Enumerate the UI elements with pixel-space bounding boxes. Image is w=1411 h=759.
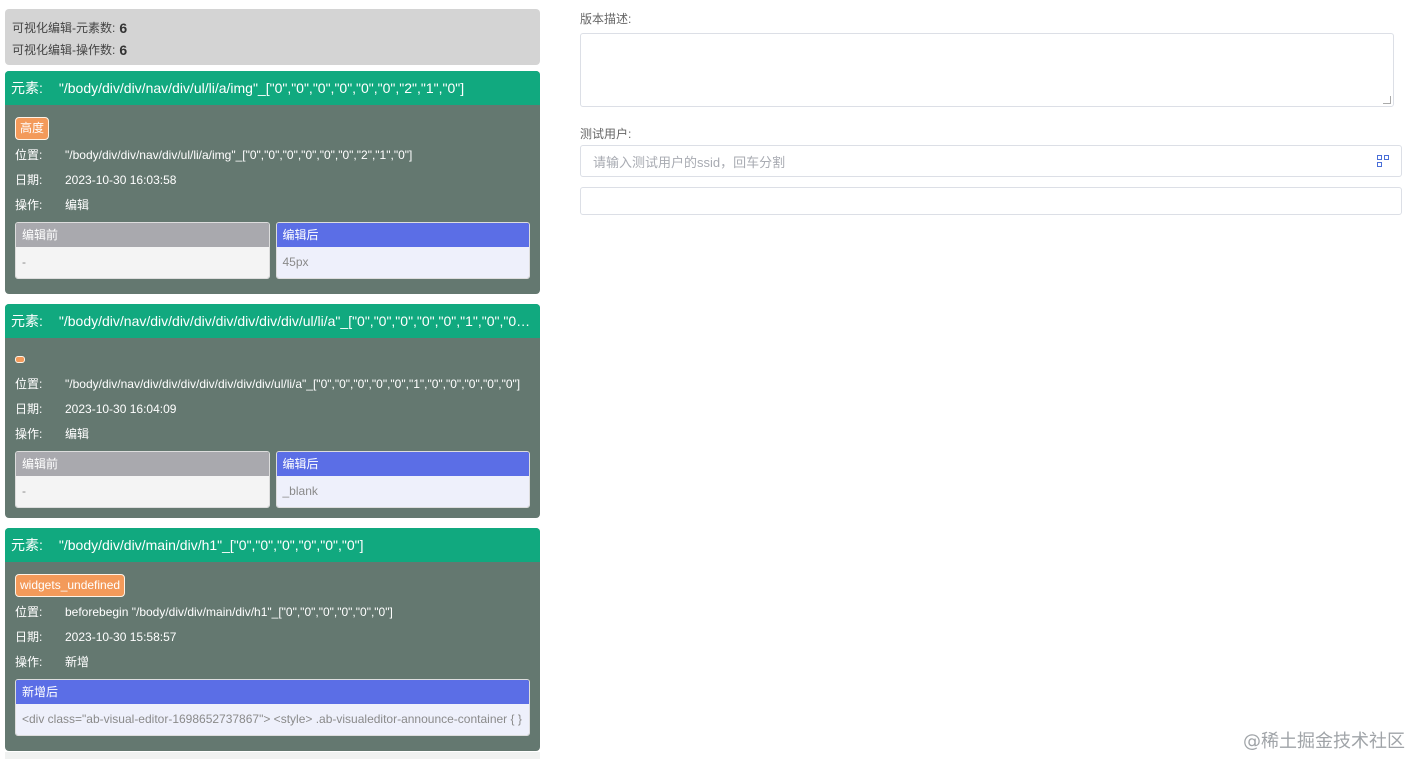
before-box: 编辑前 - [15, 222, 270, 279]
date-label: 日期: [15, 402, 43, 416]
diff-row: 编辑前 - 编辑后 _blank [15, 451, 530, 508]
before-header: 编辑前 [16, 452, 269, 476]
test-user-placeholder: 请输入测试用户的ssid，回车分割 [593, 154, 786, 170]
date-value: 2023-10-30 16:04:09 [65, 402, 177, 416]
position-value: beforebegin "/body/div/div/main/div/h1"_… [65, 605, 393, 619]
card-header: 元素: "/body/div/div/main/div/h1"_["0","0",… [5, 528, 540, 562]
op-count-row: 可视化编辑-操作数: 6 [12, 39, 533, 61]
position-label: 位置: [15, 148, 43, 162]
before-value: - [16, 476, 269, 507]
position-value: "/body/div/div/nav/div/ul/li/a/img"_["0"… [65, 148, 413, 162]
diff-row: 编辑前 - 编辑后 45px [15, 222, 530, 279]
card-header: 元素: "/body/div/nav/div/div/div/div/div/di… [5, 304, 540, 338]
after-box: 编辑后 45px [275, 222, 530, 279]
operation-row: 操作: 编辑 [15, 193, 530, 218]
op-count-value: 6 [119, 42, 128, 58]
watermark: @稀土掘金技术社区 [1243, 731, 1405, 752]
operation-value: 编辑 [65, 427, 90, 441]
element-path: "/body/div/div/nav/div/ul/li/a/img"_["0"… [58, 80, 465, 96]
before-box: 编辑前 - [15, 451, 270, 508]
operation-value: 编辑 [65, 198, 90, 212]
property-badge: widgets_undefined [15, 574, 126, 597]
date-row: 日期: 2023-10-30 15:58:57 [15, 625, 530, 650]
test-user-label: 测试用户: [580, 127, 632, 141]
added-value: <div class="ab-visual-editor-16986527378… [16, 704, 529, 735]
position-row: 位置: "/body/div/div/nav/div/ul/li/a/img"_… [15, 143, 530, 168]
operation-row: 操作: 新增 [15, 650, 530, 675]
version-form: 版本描述: 测试用户: 请输入测试用户的ssid，回车分割 [580, 0, 1402, 215]
position-row: 位置: beforebegin "/body/div/div/main/div/… [15, 600, 530, 625]
operation-label: 操作: [15, 655, 43, 669]
change-card: 元素: "/body/div/nav/div/div/div/div/div/di… [5, 304, 540, 518]
resize-grip-icon[interactable] [1383, 96, 1391, 104]
position-row: 位置: "/body/div/nav/div/div/div/div/div/d… [15, 372, 530, 397]
element-count-row: 可视化编辑-元素数: 6 [12, 17, 533, 39]
change-log-panel: 可视化编辑-元素数: 6 可视化编辑-操作数: 6 元素: "/body/div/… [5, 9, 540, 751]
before-header: 编辑前 [16, 223, 269, 247]
element-label: 元素: [11, 537, 43, 553]
added-box: 新增后 <div class="ab-visual-editor-1698652… [15, 679, 530, 736]
change-card: 元素: "/body/div/div/nav/div/ul/li/a/img"_[… [5, 71, 540, 294]
position-label: 位置: [15, 377, 43, 391]
card-header: 元素: "/body/div/div/nav/div/ul/li/a/img"_[… [5, 71, 540, 105]
date-label: 日期: [15, 630, 43, 644]
after-box: 编辑后 _blank [275, 451, 530, 508]
operation-row: 操作: 编辑 [15, 422, 530, 447]
added-header: 新增后 [16, 680, 529, 704]
date-value: 2023-10-30 15:58:57 [65, 630, 177, 644]
diff-row: 新增后 <div class="ab-visual-editor-1698652… [15, 679, 530, 736]
operation-label: 操作: [15, 427, 43, 441]
after-header: 编辑后 [276, 223, 529, 247]
date-row: 日期: 2023-10-30 16:04:09 [15, 397, 530, 422]
op-count-label: 可视化编辑-操作数: [12, 43, 116, 57]
change-card: 元素: "/body/div/div/main/div/h1"_["0","0",… [5, 528, 540, 751]
extra-input[interactable] [580, 187, 1402, 215]
after-value: 45px [276, 247, 529, 278]
desc-textarea[interactable] [580, 33, 1394, 107]
test-user-input[interactable]: 请输入测试用户的ssid，回车分割 [580, 145, 1402, 177]
desc-label: 版本描述: [580, 12, 632, 26]
element-label: 元素: [11, 313, 43, 329]
after-value: _blank [276, 476, 529, 507]
date-value: 2023-10-30 16:03:58 [65, 173, 177, 187]
position-value: "/body/div/nav/div/div/div/div/div/div/d… [65, 377, 521, 391]
element-path: "/body/div/nav/div/div/div/div/div/div/d… [58, 313, 540, 329]
date-label: 日期: [15, 173, 43, 187]
property-badge [15, 356, 25, 363]
next-card-peek [5, 752, 540, 759]
position-label: 位置: [15, 605, 43, 619]
operation-label: 操作: [15, 198, 43, 212]
after-header: 编辑后 [276, 452, 529, 476]
operation-value: 新增 [65, 655, 90, 669]
element-count-label: 可视化编辑-元素数: [12, 21, 116, 35]
date-row: 日期: 2023-10-30 16:03:58 [15, 168, 530, 193]
element-path: "/body/div/div/main/div/h1"_["0","0","0"… [58, 537, 364, 553]
qr-code-icon[interactable] [1377, 155, 1389, 167]
element-label: 元素: [11, 80, 43, 96]
element-count-value: 6 [119, 20, 128, 36]
before-value: - [16, 247, 269, 278]
property-badge: 高度 [15, 117, 50, 140]
summary-box: 可视化编辑-元素数: 6 可视化编辑-操作数: 6 [5, 9, 540, 65]
